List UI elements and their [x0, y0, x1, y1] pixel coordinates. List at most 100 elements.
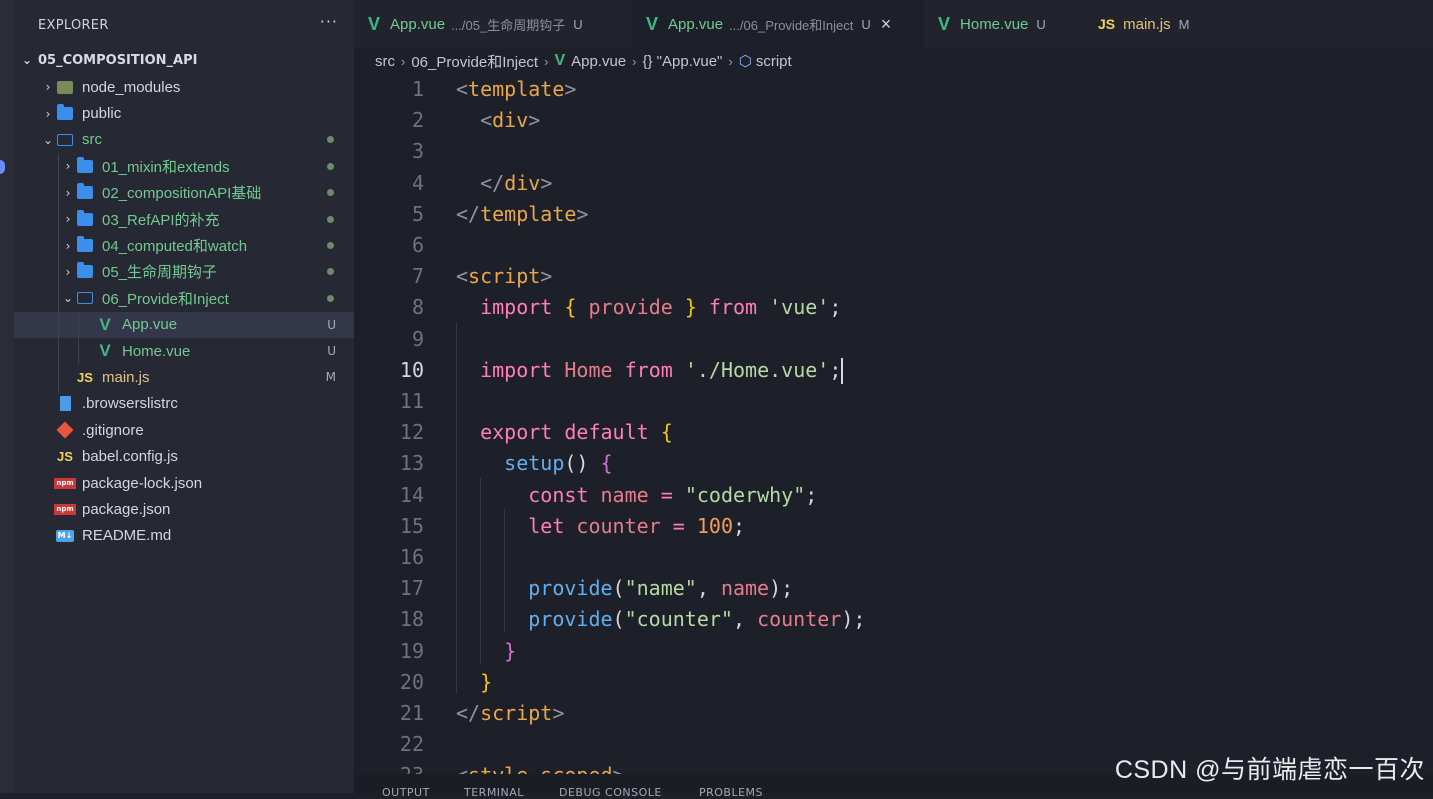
tree-item[interactable]: .browserslistrc [14, 391, 354, 417]
tree-item[interactable]: ⌄ src [14, 127, 354, 153]
icon-glyph [77, 262, 93, 279]
workspace-root[interactable]: ⌄ 05_COMPOSITION_API [14, 48, 354, 72]
close-icon[interactable]: × [881, 14, 892, 35]
chevron-right-icon: › [65, 212, 71, 227]
code-line[interactable]: 2 <div> [354, 105, 1433, 136]
code-line[interactable]: 10 import Home from './Home.vue'; [354, 355, 1433, 386]
breadcrumb-file[interactable]: App.vue [571, 53, 626, 70]
icon-glyph [57, 104, 73, 121]
tree-item[interactable]: ⌄ 06_Provide和Inject [14, 285, 354, 311]
line-number: 19 [399, 638, 424, 663]
code-line[interactable]: 15 let counter = 100; [354, 511, 1433, 542]
tree-item[interactable]: › 02_compositionAPI基础 [14, 180, 354, 206]
editor-tab[interactable]: V App.vue .../05_生命周期钩子 U [354, 0, 632, 48]
code-token: script [480, 701, 553, 725]
code-line[interactable]: 3 [354, 136, 1433, 167]
code-token: = [660, 482, 673, 507]
code-token: provide [588, 295, 673, 320]
code-token: template [468, 77, 565, 101]
code-line[interactable]: 9 [354, 324, 1433, 355]
folder-icon [76, 262, 94, 280]
chevron-right-icon: › [544, 53, 549, 69]
icon-glyph [77, 292, 93, 305]
modified-dot [327, 294, 334, 302]
folder-icon [76, 209, 94, 227]
code-line[interactable]: 11 [354, 386, 1433, 417]
line-number: 13 [399, 451, 424, 476]
modified-dot [327, 136, 334, 144]
code-token: import [480, 295, 553, 320]
code-token: provide [528, 576, 613, 601]
tree-item-label: public [82, 105, 122, 123]
tree-item[interactable]: › 03_RefAPI的补充 [14, 206, 354, 232]
code-line[interactable]: 19 } [354, 636, 1433, 667]
tree-item[interactable]: V App.vue U [14, 311, 354, 338]
line-number: 10 [399, 357, 424, 382]
code-token: Home [564, 357, 613, 382]
tree-item[interactable]: M↓ README.md [14, 523, 354, 549]
code-line[interactable]: 7 <script> [354, 261, 1433, 292]
tree-item-label: 05_生命周期钩子 [102, 264, 218, 282]
code-token: from [624, 357, 673, 382]
chevron-right-icon: › [401, 53, 406, 69]
code-line[interactable]: 16 [354, 542, 1433, 573]
workspace-root-label: 05_COMPOSITION_API [38, 52, 198, 68]
tree-item[interactable]: JS babel.config.js [14, 443, 354, 469]
code-editor[interactable]: 1 <template> 2 <div> 3 4 </div> 5 </template> 6… [354, 74, 1433, 774]
tree-item[interactable]: npm package-lock.json [14, 470, 354, 496]
code-token: > [613, 763, 625, 774]
code-line[interactable]: 13 setup() { [354, 448, 1433, 479]
breadcrumb-folder[interactable]: 06_Provide和Inject [411, 51, 538, 72]
code-line[interactable]: 12 export default { [354, 417, 1433, 448]
line-number: 8 [411, 295, 424, 320]
code-line[interactable]: 8 import { provide } from 'vue'; [354, 292, 1433, 323]
line-number: 5 [411, 201, 424, 226]
code-line[interactable]: 5 </template> [354, 199, 1433, 230]
editor-tab[interactable]: V Home.vue U [924, 0, 1084, 48]
editor-tab[interactable]: JS main.js M [1084, 0, 1224, 48]
breadcrumb-src[interactable]: src [375, 53, 395, 70]
more-actions-icon[interactable]: ··· [320, 12, 338, 31]
code-token: export [480, 420, 553, 445]
javascript-file-icon: JS [1098, 16, 1116, 32]
tree-item[interactable]: npm package.json [14, 496, 354, 522]
code-line[interactable]: 20 } [354, 667, 1433, 698]
tree-item[interactable]: JS main.js M [14, 364, 354, 390]
tree-item[interactable]: › 04_computed和watch [14, 232, 354, 258]
tree-item[interactable]: .gitignore [14, 417, 354, 443]
code-token: ); [841, 607, 866, 632]
git-status-badge: U [1036, 16, 1046, 32]
tree-item[interactable]: › 01_mixin和extends [14, 153, 354, 179]
tree-item[interactable]: › 05_生命周期钩子 [14, 259, 354, 285]
code-line[interactable]: 18 provide("counter", counter); [354, 604, 1433, 635]
code-token: div [492, 108, 529, 133]
tree-item[interactable]: V Home.vue U [14, 338, 354, 364]
code-line[interactable]: 1 <template> [354, 74, 1433, 105]
folder-open-icon [56, 132, 74, 148]
code-token: ; [805, 482, 818, 507]
icon-glyph: JS [77, 369, 93, 385]
code-token: div [504, 170, 541, 195]
code-line[interactable]: 4 </div> [354, 168, 1433, 199]
breadcrumb-object[interactable]: {} "App.vue" [643, 53, 723, 70]
editor-tab[interactable]: V App.vue .../06_Provide和Inject U × [632, 0, 924, 48]
tab-title: App.vue [390, 15, 446, 33]
breadcrumb-symbol[interactable]: script [756, 53, 792, 70]
code-token: name [720, 576, 770, 601]
code-line[interactable]: 17 provide("name", name); [354, 573, 1433, 604]
icon-glyph [77, 156, 93, 173]
code-token: template [480, 201, 577, 226]
code-line[interactable]: 21 </script> [354, 698, 1433, 729]
chevron-right-icon: › [65, 264, 71, 279]
tree-item[interactable]: › public [14, 100, 354, 126]
code-line[interactable]: 6 [354, 230, 1433, 261]
tree-item[interactable]: › node_modules [14, 74, 354, 100]
code-line[interactable]: 14 const name = "coderwhy"; [354, 480, 1433, 511]
vue-file-icon: V [368, 13, 381, 34]
code-token: > [552, 701, 565, 725]
